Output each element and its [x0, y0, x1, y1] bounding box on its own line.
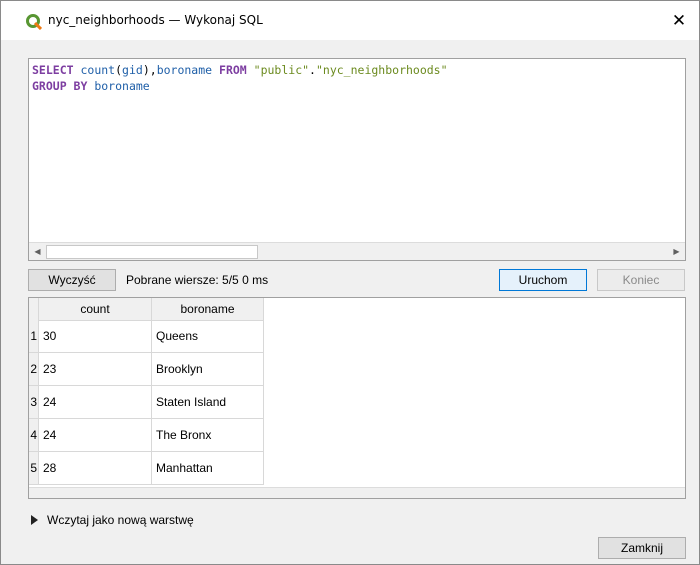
close-icon[interactable]: ✕	[659, 1, 699, 40]
cell-boroname[interactable]: Manhattan	[152, 452, 264, 484]
row-number[interactable]: 5	[29, 452, 39, 484]
row-number[interactable]: 3	[29, 386, 39, 418]
sql-line-1-token	[247, 63, 254, 77]
table-corner[interactable]	[29, 298, 39, 320]
cell-boroname[interactable]: The Bronx	[152, 419, 264, 451]
sql-line-2: GROUP BY boroname	[32, 78, 448, 94]
sql-line-2-token: GROUP BY	[32, 79, 88, 93]
sql-line-1: SELECT count(gid),boroname FROM "public"…	[32, 62, 448, 78]
sql-line-1-token: SELECT	[32, 63, 74, 77]
sql-line-1-token: count	[80, 63, 116, 77]
row-number[interactable]: 4	[29, 419, 39, 451]
table-row[interactable]: 5 28 Manhattan	[29, 452, 264, 485]
qgis-logo-icon	[26, 14, 42, 30]
cell-count[interactable]: 24	[39, 419, 152, 451]
cell-count[interactable]: 28	[39, 452, 152, 484]
stop-button[interactable]: Koniec	[597, 269, 685, 291]
window-title: nyc_neighborhoods — Wykonaj SQL	[48, 13, 263, 27]
scroll-right-icon[interactable]: ▶	[669, 243, 684, 260]
close-button[interactable]: Zamknij	[598, 537, 686, 559]
sql-line-1-token: .	[309, 63, 316, 77]
load-as-layer-expander[interactable]: Wczytaj jako nową warstwę	[31, 513, 194, 527]
column-header-count[interactable]: count	[39, 298, 152, 320]
clear-button[interactable]: Wyczyść	[28, 269, 116, 291]
table-row[interactable]: 4 24 The Bronx	[29, 419, 264, 452]
sql-line-1-token: boroname	[156, 63, 213, 77]
sql-line-2-token: boroname	[94, 79, 150, 93]
sql-editor[interactable]: SELECT count(gid),boroname FROM "public"…	[28, 58, 686, 261]
scroll-left-icon[interactable]: ◀	[30, 243, 45, 260]
table-row[interactable]: 2 23 Brooklyn	[29, 353, 264, 386]
table-header: count boroname	[29, 298, 264, 321]
cell-count[interactable]: 23	[39, 353, 152, 385]
sql-dialog-window: nyc_neighborhoods — Wykonaj SQL ✕ SELECT…	[0, 0, 700, 565]
row-number[interactable]: 2	[29, 353, 39, 385]
column-header-boroname[interactable]: boroname	[152, 298, 264, 320]
expand-arrow-icon[interactable]	[31, 515, 38, 525]
table-row[interactable]: 3 24 Staten Island	[29, 386, 264, 419]
status-text: Pobrane wiersze: 5/5 0 ms	[126, 273, 269, 287]
sql-line-1-token: "public"	[253, 63, 310, 77]
row-number[interactable]: 1	[29, 320, 39, 352]
cell-boroname[interactable]: Brooklyn	[152, 353, 264, 385]
results-horizontal-scrollbar[interactable]	[29, 487, 685, 498]
sql-line-1-token	[212, 63, 219, 77]
sql-line-1-token: "nyc_neighborhoods"	[315, 63, 448, 77]
sql-line-1-token: ),	[142, 63, 157, 77]
load-as-layer-label[interactable]: Wczytaj jako nową warstwę	[47, 513, 194, 527]
title-bar: nyc_neighborhoods — Wykonaj SQL ✕	[1, 1, 699, 40]
run-button[interactable]: Uruchom	[499, 269, 587, 291]
editor-horizontal-scrollbar[interactable]: ◀ ▶	[29, 242, 685, 260]
sql-line-1-token: FROM	[219, 63, 247, 77]
cell-count[interactable]: 24	[39, 386, 152, 418]
sql-line-1-token: (	[115, 63, 123, 77]
sql-line-1-token: gid	[122, 63, 143, 77]
cell-boroname[interactable]: Staten Island	[152, 386, 264, 418]
results-table[interactable]: count boroname 1 30 Queens 2 23 Brooklyn 3 24 St…	[28, 297, 686, 499]
cell-boroname[interactable]: Queens	[152, 320, 264, 352]
table-row[interactable]: 1 30 Queens	[29, 320, 264, 353]
scroll-thumb[interactable]	[46, 245, 258, 259]
cell-count[interactable]: 30	[39, 320, 152, 352]
sql-code[interactable]: SELECT count(gid),boroname FROM "public"…	[32, 62, 448, 94]
